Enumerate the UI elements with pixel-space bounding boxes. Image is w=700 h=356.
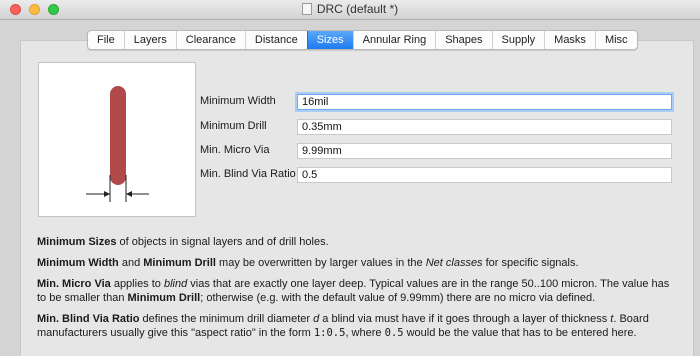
help-term: Minimum Sizes bbox=[37, 236, 117, 248]
help-code: 1:0.5 bbox=[313, 327, 346, 339]
help-term: Min. Blind Via Ratio bbox=[37, 313, 140, 325]
help-term: Min. Micro Via bbox=[37, 278, 111, 290]
window-title-group: DRC (default *) bbox=[0, 2, 700, 16]
help-text-run: for specific signals. bbox=[482, 257, 579, 269]
help-term: Minimum Width bbox=[37, 257, 119, 269]
help-paragraph-sizes: Minimum Sizes of objects in signal layer… bbox=[37, 235, 677, 249]
help-paragraph-micro-via: Min. Micro Via applies to blind vias tha… bbox=[37, 277, 677, 305]
help-text-run: defines the minimum drill diameter bbox=[139, 313, 314, 325]
help-term: Minimum Drill bbox=[143, 257, 216, 269]
window-title: DRC (default *) bbox=[316, 2, 399, 16]
help-term: Minimum Drill bbox=[127, 292, 201, 304]
help-emphasis: Net classes bbox=[425, 257, 483, 269]
help-paragraph-blind-via-ratio: Min. Blind Via Ratio defines the minimum… bbox=[37, 312, 677, 340]
help-text-run: ; otherwise (e.g. with the default value… bbox=[200, 292, 596, 304]
tab-distance[interactable]: Distance bbox=[244, 31, 307, 49]
min-micro-via-input[interactable] bbox=[297, 143, 672, 159]
trace-width-diagram bbox=[86, 86, 149, 202]
help-emphasis: blind bbox=[163, 278, 188, 290]
help-text-run: would be the value that has to be entere… bbox=[403, 327, 637, 339]
min-drill-input[interactable] bbox=[297, 119, 672, 135]
title-bar: DRC (default *) bbox=[0, 0, 700, 20]
arrowhead-left-icon bbox=[104, 191, 110, 197]
tab-misc[interactable]: Misc bbox=[594, 31, 637, 49]
tab-shapes[interactable]: Shapes bbox=[435, 31, 491, 49]
min-width-label: Minimum Width bbox=[200, 95, 276, 107]
document-icon bbox=[301, 3, 312, 15]
tab-layers[interactable]: Layers bbox=[123, 31, 176, 49]
min-blind-via-ratio-label: Min. Blind Via Ratio bbox=[200, 168, 296, 180]
trace-shape bbox=[110, 86, 126, 185]
tab-file[interactable]: File bbox=[88, 31, 124, 49]
help-text-run: a blind via must have if it goes through… bbox=[319, 313, 611, 325]
min-width-input[interactable] bbox=[297, 94, 672, 110]
min-drill-label: Minimum Drill bbox=[200, 120, 267, 132]
min-micro-via-label: Min. Micro Via bbox=[200, 144, 270, 156]
tab-clearance[interactable]: Clearance bbox=[175, 31, 245, 49]
min-blind-via-ratio-input[interactable] bbox=[297, 167, 672, 183]
help-text-run: , where bbox=[345, 327, 385, 339]
help-text-run: of objects in signal layers and of drill… bbox=[116, 236, 329, 248]
tab-masks[interactable]: Masks bbox=[544, 31, 595, 49]
help-paragraph-overwrite: Minimum Width and Minimum Drill may be o… bbox=[37, 256, 677, 270]
help-text-run: and bbox=[118, 257, 144, 269]
tab-sizes[interactable]: Sizes bbox=[306, 31, 353, 49]
size-preview-image bbox=[38, 62, 196, 217]
help-text-run: applies to bbox=[110, 278, 164, 290]
help-text-run: may be overwritten by larger values in t… bbox=[215, 257, 426, 269]
help-text: Minimum Sizes of objects in signal layer… bbox=[37, 235, 677, 347]
tab-supply[interactable]: Supply bbox=[491, 31, 545, 49]
tab-annular-ring[interactable]: Annular Ring bbox=[352, 31, 436, 49]
help-code: 0.5 bbox=[384, 327, 404, 339]
tab-bar: File Layers Clearance Distance Sizes Ann… bbox=[87, 30, 638, 50]
arrowhead-right-icon bbox=[126, 191, 132, 197]
